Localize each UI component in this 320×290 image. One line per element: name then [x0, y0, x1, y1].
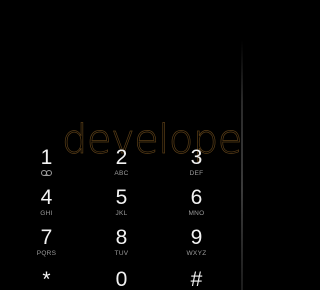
- key-3-letters: DEF: [189, 170, 204, 177]
- key-5-digit: 5: [115, 186, 128, 209]
- key-4-letters: GHI: [40, 210, 53, 217]
- key-4[interactable]: 4 GHI: [9, 184, 84, 224]
- key-0-digit: 0: [115, 268, 128, 290]
- voicemail-icon: [41, 170, 52, 176]
- key-2[interactable]: 2 ABC: [84, 144, 159, 184]
- screen-edge: [241, 40, 243, 290]
- key-5[interactable]: 5 JKL: [84, 184, 159, 224]
- key-5-letters: JKL: [115, 210, 128, 217]
- key-3-digit: 3: [190, 146, 203, 169]
- key-1[interactable]: 1: [9, 144, 84, 184]
- key-hash[interactable]: #: [159, 264, 234, 290]
- key-7-letters: PQRS: [36, 250, 57, 257]
- key-9-letters: WXYZ: [186, 250, 207, 257]
- key-star-digit: *: [42, 268, 51, 290]
- key-2-digit: 2: [115, 146, 128, 169]
- key-7[interactable]: 7 PQRS: [9, 224, 84, 264]
- key-8-digit: 8: [115, 226, 128, 249]
- key-9[interactable]: 9 WXYZ: [159, 224, 234, 264]
- key-3[interactable]: 3 DEF: [159, 144, 234, 184]
- key-4-digit: 4: [40, 186, 53, 209]
- key-6-digit: 6: [190, 186, 203, 209]
- key-star[interactable]: *: [9, 264, 84, 290]
- keypad-row-2: 4 GHI 5 JKL 6 MNO: [9, 184, 234, 224]
- key-1-digit: 1: [40, 146, 53, 169]
- key-hash-digit: #: [190, 268, 203, 290]
- key-0[interactable]: 0: [84, 264, 159, 290]
- key-8-letters: TUV: [114, 250, 129, 257]
- dialer-screen: developers 1 2 ABC 3 DEF 4 GHI 5: [0, 0, 243, 290]
- key-7-digit: 7: [40, 226, 53, 249]
- key-2-letters: ABC: [114, 170, 129, 177]
- dial-keypad: 1 2 ABC 3 DEF 4 GHI 5 JKL 6 MNO 7 PQRS 8…: [9, 144, 234, 290]
- keypad-row-4: * 0 #: [9, 264, 234, 290]
- key-8[interactable]: 8 TUV: [84, 224, 159, 264]
- key-6-letters: MNO: [188, 210, 205, 217]
- key-9-digit: 9: [190, 226, 203, 249]
- keypad-row-1: 1 2 ABC 3 DEF: [9, 144, 234, 184]
- keypad-row-3: 7 PQRS 8 TUV 9 WXYZ: [9, 224, 234, 264]
- key-6[interactable]: 6 MNO: [159, 184, 234, 224]
